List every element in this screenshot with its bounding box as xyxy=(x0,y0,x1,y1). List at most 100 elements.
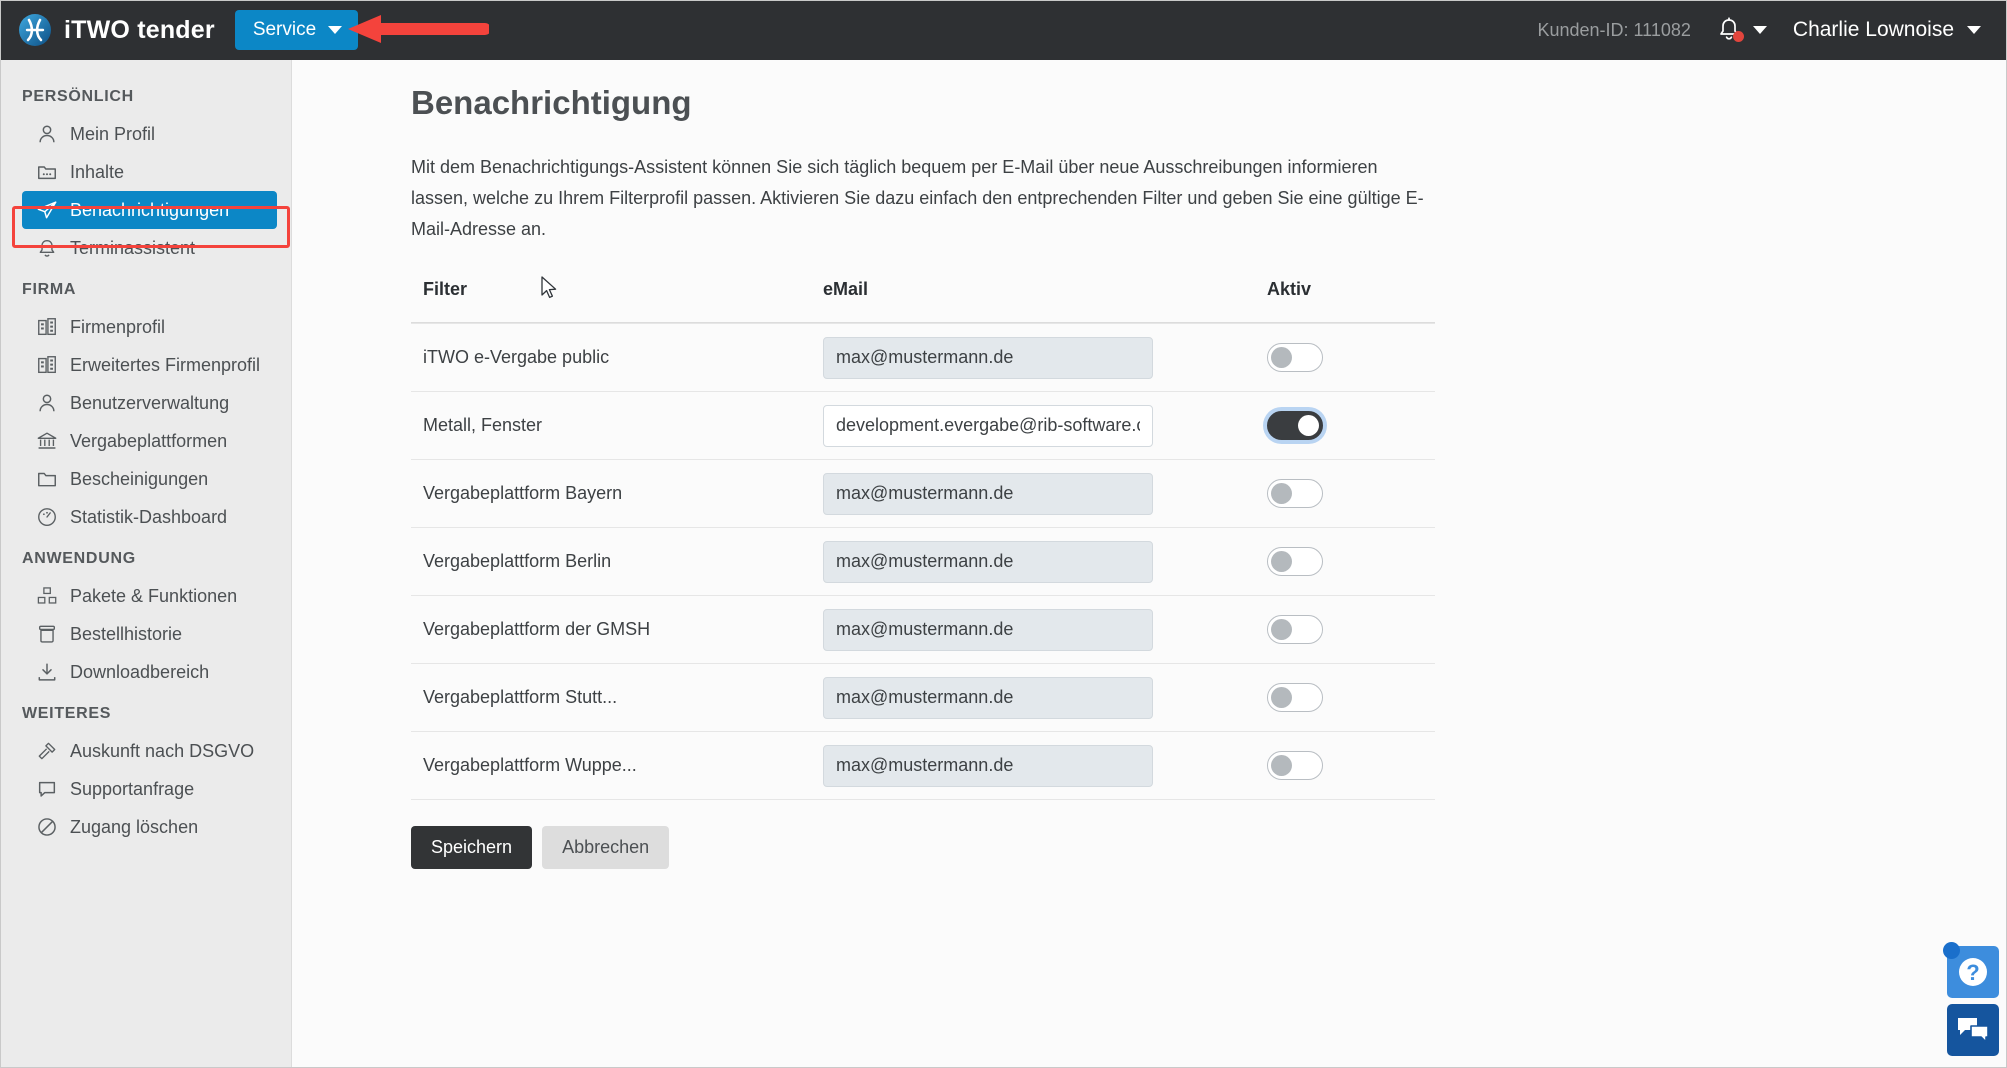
filter-name: Metall, Fenster xyxy=(423,415,543,435)
help-badge-dot xyxy=(1943,942,1960,959)
filter-name: Vergabeplattform Berlin xyxy=(423,551,612,571)
sidebar-item-label: Downloadbereich xyxy=(70,661,210,682)
table-row: iTWO e-Vergabe public xyxy=(411,323,1435,391)
service-menu-button[interactable]: Service xyxy=(234,10,359,50)
sidebar-item-label: Bestellhistorie xyxy=(70,623,183,644)
table-row: Vergabeplattform Bayern xyxy=(411,459,1435,527)
gavel-icon xyxy=(38,742,56,760)
sidebar-item-pakete-funktionen[interactable]: Pakete & Funktionen xyxy=(22,577,277,615)
sidebar-section-title-firma: FIRMA xyxy=(22,281,77,298)
user-menu[interactable]: Charlie Lownoise xyxy=(1793,18,1981,42)
email-input[interactable] xyxy=(823,744,1153,787)
sidebar-item-label: Bescheinigungen xyxy=(70,468,209,489)
brand[interactable]: iTWO tender xyxy=(18,13,215,47)
main-content: Benachrichtigung Mit dem Benachrichtigun… xyxy=(293,60,2007,1068)
table-row: Vergabeplattform Stutt... xyxy=(411,663,1435,731)
sidebar-item-label: Firmenprofil xyxy=(70,316,166,337)
top-navigation-bar: iTWO tender Service Kunden-ID: 111082 Ch… xyxy=(0,0,2007,60)
archive-icon xyxy=(38,625,56,643)
notification-filters-table: Filter eMail Aktiv iTWO e-Vergabe public… xyxy=(411,279,1435,800)
top-bar-right-group: Kunden-ID: 111082 Charlie Lownoise xyxy=(1537,17,2007,43)
chevron-down-icon xyxy=(328,26,343,34)
help-button[interactable]: ? xyxy=(1943,942,1999,998)
email-input[interactable] xyxy=(823,608,1153,651)
cancel-button[interactable]: Abbrechen xyxy=(542,826,670,869)
sidebar-item-statistik-dashboard[interactable]: Statistik-Dashboard xyxy=(22,498,277,536)
itwo-logo-icon xyxy=(19,14,51,46)
sidebar-item-downloadbereich[interactable]: Downloadbereich xyxy=(22,653,277,691)
active-toggle[interactable] xyxy=(1267,683,1323,712)
floating-support-widgets: ? xyxy=(1943,942,1999,1056)
question-mark-icon: ? xyxy=(1959,958,1987,986)
sidebar-item-label: Pakete & Funktionen xyxy=(70,585,238,606)
save-button[interactable]: Speichern xyxy=(411,826,533,869)
active-toggle[interactable] xyxy=(1267,615,1323,644)
sidebar-item-bestellhistorie[interactable]: Bestellhistorie xyxy=(22,615,277,653)
toggle-knob xyxy=(1298,415,1319,436)
paper-plane-icon xyxy=(37,201,57,219)
sidebar-section-title-anwendung: ANWENDUNG xyxy=(22,550,136,567)
notifications-menu[interactable] xyxy=(1717,17,1767,43)
page-description: Mit dem Benachrichtigungs-Assistent könn… xyxy=(411,157,1424,239)
sidebar-item-vergabeplattformen[interactable]: Vergabeplattformen xyxy=(22,422,277,460)
sidebar-item-inhalte[interactable]: Inhalte xyxy=(22,153,277,191)
form-actions: Speichern Abbrechen xyxy=(411,826,2007,869)
bell-icon xyxy=(1717,17,1744,43)
table-row: Vergabeplattform der GMSH xyxy=(411,595,1435,663)
user-icon xyxy=(39,394,55,412)
sidebar-item-label: Mein Profil xyxy=(70,123,156,144)
filter-name: Vergabeplattform Stutt... xyxy=(423,687,618,707)
table-header-row: Filter eMail Aktiv xyxy=(411,279,1435,323)
sidebar-item-label: Vergabeplattformen xyxy=(70,430,228,451)
sidebar-section-title-weiteres: WEITERES xyxy=(22,705,112,722)
column-header-aktiv: Aktiv xyxy=(1267,279,1312,299)
sidebar-item-firmenprofil[interactable]: Firmenprofil xyxy=(22,308,277,346)
active-toggle[interactable] xyxy=(1267,547,1323,576)
email-input[interactable] xyxy=(823,540,1153,583)
sidebar-navigation: PERSÖNLICH Mein Profil Inhalte Benachric xyxy=(0,60,292,1068)
ban-icon xyxy=(38,818,56,836)
email-input[interactable] xyxy=(823,472,1153,515)
sidebar-item-label: Terminassistent xyxy=(70,237,196,258)
active-toggle[interactable] xyxy=(1267,751,1323,780)
chat-button[interactable] xyxy=(1947,1004,1999,1056)
active-toggle[interactable] xyxy=(1267,479,1323,508)
sidebar-item-auskunft-dsgvo[interactable]: Auskunft nach DSGVO xyxy=(22,732,277,770)
active-toggle[interactable] xyxy=(1267,411,1323,440)
sidebar-item-supportanfrage[interactable]: Supportanfrage xyxy=(22,770,277,808)
sidebar-item-label: Auskunft nach DSGVO xyxy=(70,740,255,761)
sidebar-item-bescheinigungen[interactable]: Bescheinigungen xyxy=(22,460,277,498)
filter-name: iTWO e-Vergabe public xyxy=(423,347,610,367)
filter-name: Vergabeplattform der GMSH xyxy=(423,619,651,639)
sidebar-item-label: Benutzerverwaltung xyxy=(70,392,230,413)
sidebar-item-benachrichtigungen[interactable]: Benachrichtigungen xyxy=(22,191,277,229)
active-toggle[interactable] xyxy=(1267,343,1323,372)
chat-bubbles-icon xyxy=(1958,1018,1989,1043)
sidebar-item-benutzerverwaltung[interactable]: Benutzerverwaltung xyxy=(22,384,277,422)
notification-badge-dot xyxy=(1732,31,1744,42)
toggle-knob xyxy=(1271,551,1292,572)
sidebar-item-label: Supportanfrage xyxy=(70,778,195,799)
toggle-knob xyxy=(1271,687,1292,708)
bank-icon xyxy=(37,432,57,449)
email-input[interactable] xyxy=(823,676,1153,719)
gauge-icon xyxy=(38,508,56,526)
email-input[interactable] xyxy=(823,404,1153,447)
chat-bubble-icon xyxy=(38,781,56,797)
filter-name: Vergabeplattform Bayern xyxy=(423,483,623,503)
sidebar-item-mein-profil[interactable]: Mein Profil xyxy=(22,115,277,153)
folder-dots-icon xyxy=(38,166,56,180)
sidebar-item-zugang-loeschen[interactable]: Zugang löschen xyxy=(22,808,277,846)
toggle-knob xyxy=(1271,347,1292,368)
sidebar-item-terminassistent[interactable]: Terminassistent xyxy=(22,229,277,267)
sidebar-item-erweitertes-firmenprofil[interactable]: Erweitertes Firmenprofil xyxy=(22,346,277,384)
building-icon xyxy=(38,356,56,374)
table-row: Metall, Fenster xyxy=(411,391,1435,459)
column-header-email: eMail xyxy=(823,279,869,299)
table-row: Vergabeplattform Berlin xyxy=(411,527,1435,595)
column-header-filter: Filter xyxy=(423,279,468,299)
chevron-down-icon xyxy=(1967,26,1981,34)
folder-icon xyxy=(38,472,56,487)
email-input[interactable] xyxy=(823,336,1153,379)
building-icon xyxy=(38,318,56,336)
